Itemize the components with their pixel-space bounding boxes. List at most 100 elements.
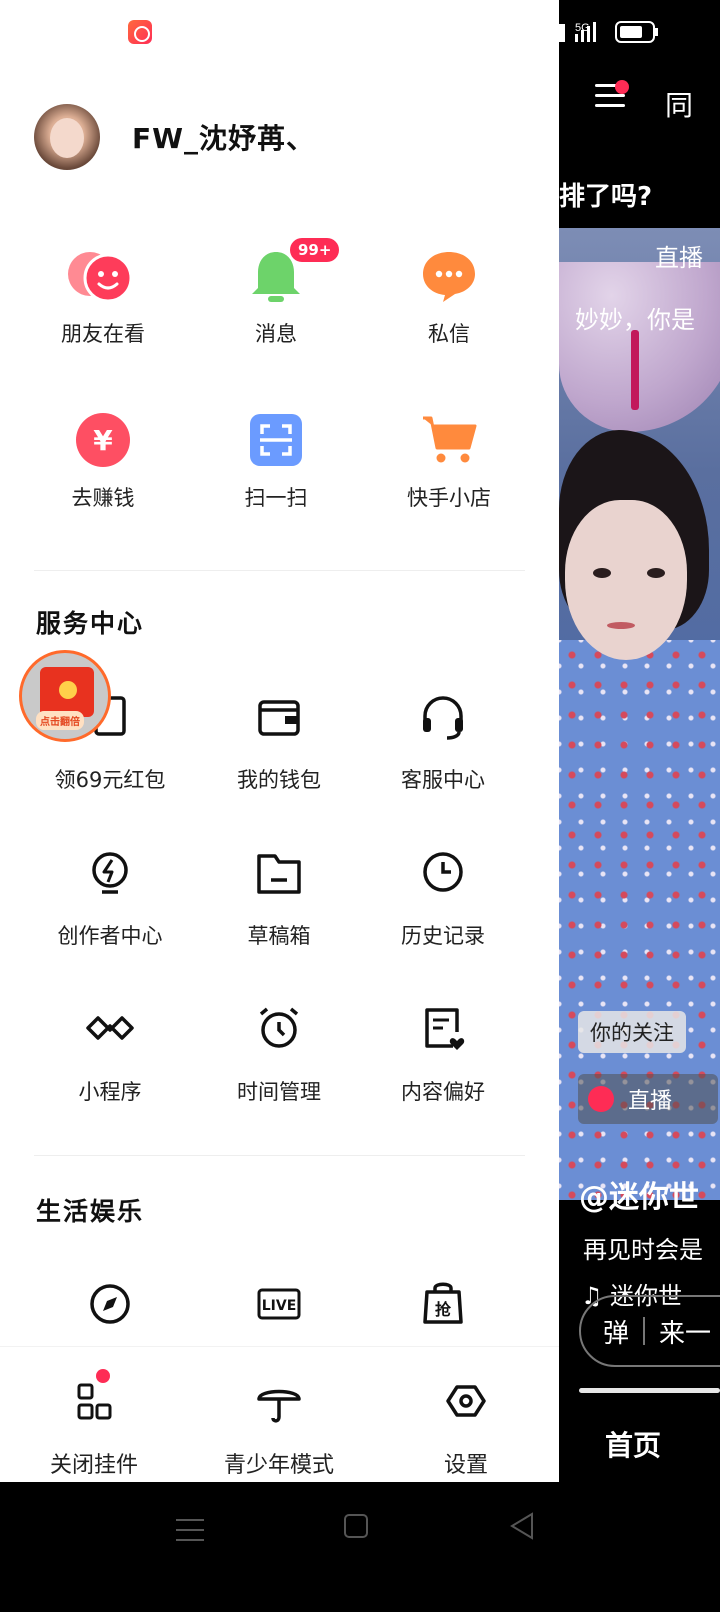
umbrella-graphic bbox=[559, 262, 720, 432]
close-widget-button[interactable]: 关闭挂件 bbox=[8, 1369, 180, 1479]
grab-bag-icon: 抢 bbox=[415, 1276, 471, 1332]
friends-watching-icon bbox=[68, 248, 133, 304]
background-video-feed[interactable]: 5G 同 排了吗? 直播 妙妙，你是 你的关注 直播 @迷你世 再见时会是 ♫ … bbox=[559, 0, 720, 1524]
bottom-bar-label: 关闭挂件 bbox=[49, 1453, 138, 1478]
shopping-cart-icon bbox=[421, 412, 477, 468]
service-creator-center[interactable]: 创作者中心 bbox=[24, 850, 196, 950]
service-label: 草稿箱 bbox=[247, 924, 311, 948]
service-customer-service[interactable]: 客服中心 bbox=[357, 694, 529, 794]
lightbulb-icon bbox=[82, 850, 138, 906]
settings-hex-icon bbox=[438, 1377, 494, 1433]
chat-bubble-icon bbox=[421, 248, 477, 304]
service-time-management[interactable]: 时间管理 bbox=[193, 1006, 365, 1106]
recent-apps-icon[interactable] bbox=[172, 1510, 212, 1550]
headset-icon bbox=[415, 694, 471, 750]
service-label: 内容偏好 bbox=[401, 1080, 485, 1104]
coin-icon bbox=[59, 681, 77, 699]
quick-action-label: 朋友在看 bbox=[61, 322, 145, 346]
top-tab-following[interactable]: 同 bbox=[665, 84, 693, 124]
service-label: 小程序 bbox=[78, 1080, 142, 1104]
quick-action-label: 消息 bbox=[255, 322, 297, 346]
bottom-bar-label: 设置 bbox=[443, 1453, 488, 1478]
back-button-icon[interactable] bbox=[506, 1510, 546, 1550]
teen-mode-button[interactable]: 青少年模式 bbox=[193, 1377, 365, 1479]
service-drafts[interactable]: 草稿箱 bbox=[193, 850, 365, 950]
service-label: 时间管理 bbox=[237, 1080, 321, 1104]
service-label: 创作者中心 bbox=[57, 924, 163, 948]
person-eye bbox=[647, 568, 665, 578]
life-discover[interactable] bbox=[24, 1276, 196, 1346]
alarm-icon bbox=[251, 1006, 307, 1062]
quick-action-shop[interactable]: 快手小店 bbox=[363, 412, 535, 512]
infinity-icon bbox=[82, 1006, 138, 1062]
wallet-icon bbox=[251, 694, 307, 750]
quick-action-label: 快手小店 bbox=[407, 486, 491, 510]
drawer-bottom-bar: 关闭挂件 青少年模式 设置 bbox=[0, 1346, 559, 1482]
service-label: 客服中心 bbox=[401, 768, 485, 792]
system-navigation-bar bbox=[0, 1482, 720, 1612]
quick-action-label: 去赚钱 bbox=[71, 486, 135, 510]
service-mini-programs[interactable]: 小程序 bbox=[24, 1006, 196, 1106]
menu-notification-dot bbox=[615, 80, 629, 94]
service-center-title: 服务中心 bbox=[36, 609, 145, 638]
person-eye bbox=[593, 568, 611, 578]
life-flash-sale[interactable]: 抢 bbox=[357, 1276, 529, 1346]
alarm-icon bbox=[588, 1086, 614, 1112]
quick-action-scan[interactable]: 扫一扫 bbox=[190, 412, 362, 512]
quick-action-private-messages[interactable]: 私信 bbox=[363, 248, 535, 348]
live-chip[interactable]: 直播 bbox=[578, 1074, 718, 1124]
life-live[interactable]: LIVE bbox=[193, 1276, 365, 1346]
following-chip[interactable]: 你的关注 bbox=[578, 1011, 686, 1053]
service-history[interactable]: 历史记录 bbox=[357, 850, 529, 950]
video-overlay-text: 妙妙，你是 bbox=[575, 306, 695, 334]
home-button-icon[interactable] bbox=[340, 1510, 380, 1550]
avatar[interactable] bbox=[34, 104, 100, 170]
document-heart-icon bbox=[415, 1006, 471, 1062]
video-caption: 再见时会是 bbox=[583, 1236, 703, 1264]
tab-home[interactable]: 首页 bbox=[605, 1424, 661, 1464]
umbrella-icon bbox=[251, 1377, 307, 1433]
scan-icon bbox=[248, 412, 304, 468]
bell-icon: 99+ bbox=[248, 236, 342, 304]
kuaishou-app-icon bbox=[128, 20, 152, 44]
service-label: 我的钱包 bbox=[237, 768, 321, 792]
danmu-input[interactable]: 弹 来一 bbox=[579, 1295, 720, 1367]
side-drawer: FW_沈妤苒、 朋友在看 99+ 消息 私信 ¥ 去赚钱 扫一扫 快手小店 服务… bbox=[0, 0, 559, 1482]
quick-action-friends-watching[interactable]: 朋友在看 bbox=[17, 248, 189, 348]
service-wallet[interactable]: 我的钱包 bbox=[193, 694, 365, 794]
svg-text:¥: ¥ bbox=[93, 424, 113, 457]
service-label: 历史记录 bbox=[401, 924, 485, 948]
widget-icon bbox=[66, 1369, 122, 1433]
danmu-placeholder: 来一 bbox=[659, 1318, 712, 1349]
compass-icon bbox=[82, 1276, 138, 1332]
notification-badge: 99+ bbox=[288, 236, 342, 264]
live-chip-label: 直播 bbox=[628, 1089, 673, 1114]
danmu-toggle[interactable]: 弹 bbox=[603, 1313, 629, 1350]
quick-action-label: 私信 bbox=[428, 322, 470, 346]
red-packet-float[interactable]: 点击翻倍 bbox=[19, 650, 111, 742]
live-icon-text: LIVE bbox=[262, 1298, 297, 1314]
video-progress-bar[interactable] bbox=[579, 1388, 720, 1393]
video-question-text: 排了吗? bbox=[559, 182, 653, 212]
author-name[interactable]: @迷你世 bbox=[579, 1172, 699, 1216]
red-packet-tag: 点击翻倍 bbox=[36, 711, 84, 730]
service-content-preferences[interactable]: 内容偏好 bbox=[357, 1006, 529, 1106]
quick-action-messages[interactable]: 99+ 消息 bbox=[190, 236, 362, 348]
yuan-coin-icon: ¥ bbox=[75, 412, 131, 468]
live-icon: LIVE bbox=[251, 1276, 307, 1332]
clock-icon bbox=[415, 850, 471, 906]
service-label: 领69元红包 bbox=[54, 768, 166, 792]
status-bar-icons: 5G bbox=[559, 21, 658, 43]
bottom-bar-label: 青少年模式 bbox=[223, 1453, 334, 1478]
video-live-label: 直播 bbox=[655, 244, 703, 272]
quick-action-earn-money[interactable]: ¥ 去赚钱 bbox=[17, 412, 189, 512]
username[interactable]: FW_沈妤苒、 bbox=[132, 117, 315, 157]
person-mouth bbox=[607, 622, 635, 629]
divider bbox=[34, 570, 525, 571]
grab-icon-text: 抢 bbox=[435, 1300, 452, 1319]
folder-icon bbox=[251, 850, 307, 906]
settings-button[interactable]: 设置 bbox=[380, 1377, 552, 1479]
life-entertainment-title: 生活娱乐 bbox=[36, 1197, 145, 1226]
profile-header[interactable]: FW_沈妤苒、 bbox=[34, 104, 315, 170]
umbrella-tassel bbox=[631, 330, 639, 410]
